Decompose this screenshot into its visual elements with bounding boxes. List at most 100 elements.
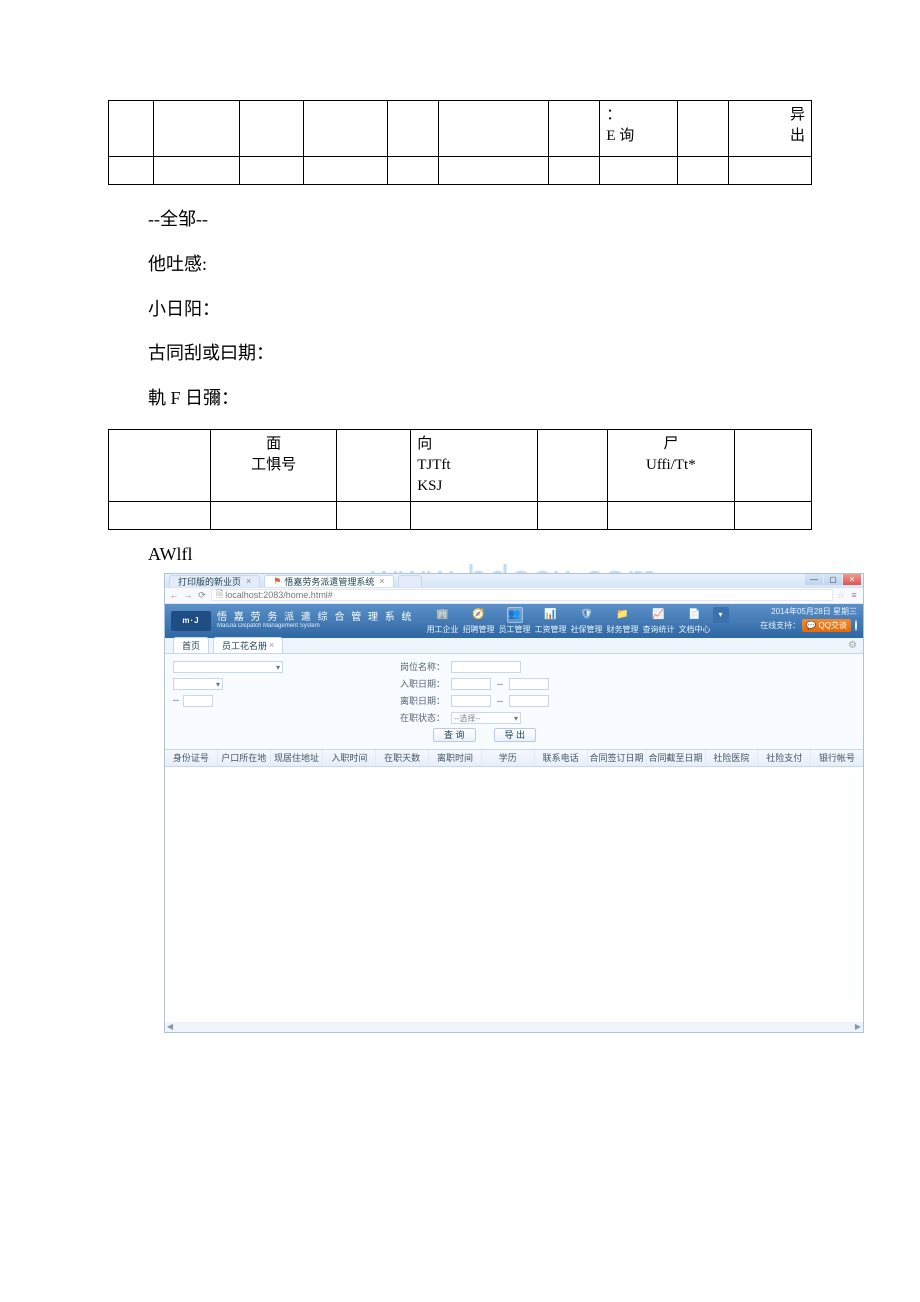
grid-body: [165, 767, 863, 1033]
para-1: --全邹--: [148, 205, 812, 234]
post-name-field[interactable]: [451, 661, 521, 673]
col-id: 身份证号: [165, 750, 218, 766]
cell-c4: 向 TJTft KSJ: [411, 429, 538, 501]
col-contract: 合同签订日期: [588, 750, 647, 766]
scroll-left-icon[interactable]: ◀: [165, 1022, 175, 1032]
table-row: [109, 157, 812, 185]
social-icon: 🛡: [579, 607, 595, 623]
col-addr: 现居住地址: [271, 750, 324, 766]
table-row: [109, 501, 812, 529]
menu-item-company[interactable]: 🏢用工企业: [426, 607, 460, 635]
nav-forward-icon[interactable]: →: [183, 590, 193, 600]
browser-tab-inactive[interactable]: 打印版的新业页 ×: [169, 575, 260, 587]
menu-item-query[interactable]: 📈查询统计: [642, 607, 676, 635]
out-date-to[interactable]: [509, 695, 549, 707]
menu-label: 工资管理: [535, 624, 567, 635]
menu-item-social[interactable]: 🛡社保管理: [570, 607, 604, 635]
filter-dropdown-3[interactable]: [183, 695, 213, 707]
window-min-button[interactable]: —: [805, 574, 823, 585]
in-date-from[interactable]: [451, 678, 491, 690]
label-in-date: 入职日期：: [385, 677, 445, 690]
window-max-button[interactable]: ▢: [824, 574, 842, 585]
col-bank: 银行帐号: [811, 750, 863, 766]
onjob-select[interactable]: --选择-- ▾: [451, 712, 521, 724]
col-contract-end: 合同截至日期: [647, 750, 706, 766]
filter-dropdown-2[interactable]: ▾: [173, 678, 223, 690]
logo-en: MaoJia Dispatch Management System: [217, 623, 414, 629]
chevron-down-icon: ▾: [276, 663, 280, 672]
label-out-date: 离职日期：: [385, 694, 445, 707]
scroll-track[interactable]: [175, 1022, 853, 1032]
col-phone: 联系电话: [535, 750, 588, 766]
close-icon[interactable]: ×: [246, 576, 251, 586]
in-date-to[interactable]: [509, 678, 549, 690]
url-field[interactable]: 🗎 localhost:2083/home.html#: [211, 589, 833, 601]
date-text: 2014年05月28日 星期三: [771, 606, 857, 617]
gear-icon[interactable]: ⚙: [848, 640, 857, 651]
filter-panel: ▾ 岗位名称： ▾ 入职日期： --: [165, 654, 863, 749]
menu-item-finance[interactable]: 📁财务管理: [606, 607, 640, 635]
out-date-from[interactable]: [451, 695, 491, 707]
subtab-label: 员工花名册: [222, 639, 267, 652]
col-in: 入职时间: [323, 750, 376, 766]
close-icon[interactable]: ×: [379, 576, 384, 586]
recruit-icon: 🧭: [471, 607, 487, 623]
menu-item-employee[interactable]: 👥员工管理: [498, 607, 532, 635]
subtab-label: 首页: [182, 639, 200, 652]
table-row: 面 工惧号 向 TJTft KSJ 尸 Uffi/Tt*: [109, 429, 812, 501]
banner-right: 2014年05月28日 星期三 在线支持： 💬 QQ交谈: [760, 606, 857, 632]
power-icon[interactable]: [855, 620, 857, 631]
export-button[interactable]: 导 出: [494, 728, 537, 742]
cell-c6: 尸 Uffi/Tt*: [608, 429, 735, 501]
tab-label: 打印版的新业页: [178, 575, 241, 588]
browser-tab-new[interactable]: [398, 575, 422, 587]
close-icon[interactable]: ×: [269, 640, 274, 650]
chevron-down-icon: ▾: [713, 607, 729, 623]
para-5: 軌 F 日彌：: [148, 384, 812, 413]
qq-button[interactable]: 💬 QQ交谈: [802, 619, 851, 632]
menu-item-recruit[interactable]: 🧭招聘管理: [462, 607, 496, 635]
cell-query: ： E 询: [600, 101, 677, 157]
finance-icon: 📁: [615, 607, 631, 623]
app-banner: m·J 悟 嘉 劳 务 派 遣 综 合 管 理 系 统 MaoJia Dispa…: [165, 604, 863, 638]
menu-icon[interactable]: ≡: [849, 590, 859, 600]
logo-cn: 悟 嘉 劳 务 派 遣 综 合 管 理 系 统: [217, 613, 414, 623]
label-onjob: 在职状态：: [385, 711, 445, 724]
menu-label: 查询统计: [643, 624, 675, 635]
menu-item-salary[interactable]: 📊工资管理: [534, 607, 568, 635]
favicon-icon: ⚑: [273, 576, 281, 587]
menu-label: 文档中心: [679, 624, 711, 635]
menu-label: 用工企业: [427, 624, 459, 635]
salary-icon: 📊: [543, 607, 559, 623]
star-icon[interactable]: ☆: [837, 590, 845, 601]
nav-back-icon[interactable]: ←: [169, 590, 179, 600]
app-screenshot: 打印版的新业页 × ⚑ 悟嘉劳务派遣管理系统 × — ▢ ✕ ← → ⟳: [164, 573, 864, 1033]
to-separator: --: [497, 679, 503, 689]
menu-label: 招聘管理: [463, 624, 495, 635]
menu-item-docs[interactable]: 📄文档中心: [678, 607, 712, 635]
company-icon: 🏢: [435, 607, 451, 623]
subtab-roster[interactable]: 员工花名册 ×: [213, 637, 283, 653]
subtab-home[interactable]: 首页: [173, 637, 209, 653]
subtabs: 首页 员工花名册 × ⚙: [165, 638, 863, 654]
window-close-button[interactable]: ✕: [843, 574, 861, 585]
browser-tab-active[interactable]: ⚑ 悟嘉劳务派遣管理系统 ×: [264, 575, 393, 587]
page-icon: 🗎: [216, 587, 223, 603]
browser-urlbar: ← → ⟳ 🗎 localhost:2083/home.html# ☆ ≡: [165, 588, 863, 604]
menu-label: 财务管理: [607, 624, 639, 635]
nav-reload-icon[interactable]: ⟳: [197, 590, 207, 600]
label-post: 岗位名称：: [385, 660, 445, 673]
window-controls: — ▢ ✕: [805, 574, 861, 585]
horizontal-scrollbar[interactable]: ◀ ▶: [165, 1022, 863, 1032]
logo-icon: m·J: [171, 611, 211, 631]
para-awlfl: AWlfl: [148, 540, 812, 569]
docs-icon: 📄: [687, 607, 703, 623]
cell-export: 异 出: [729, 101, 812, 157]
col-out: 离职时间: [429, 750, 482, 766]
scroll-right-icon[interactable]: ▶: [853, 1022, 863, 1032]
to-separator: --: [173, 695, 179, 707]
query-button[interactable]: 查 询: [433, 728, 476, 742]
menu-item-dropdown[interactable]: ▾: [714, 607, 728, 635]
online-support-label: 在线支持：: [760, 621, 800, 630]
filter-dropdown-1[interactable]: ▾: [173, 661, 283, 673]
